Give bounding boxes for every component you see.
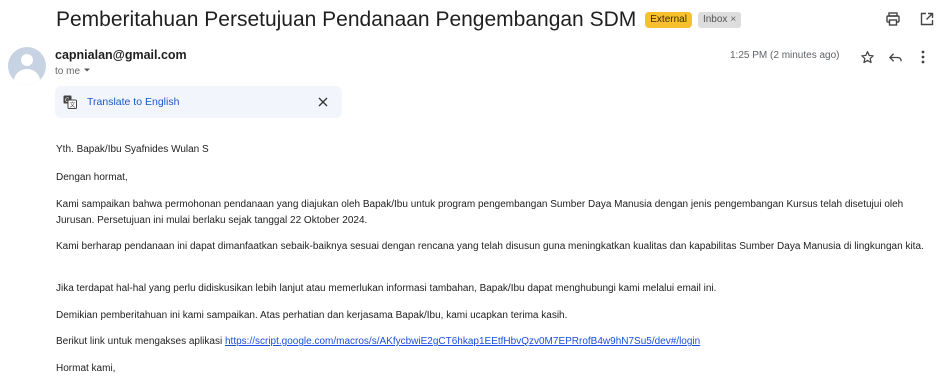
link-prefix-text: Berikut link untuk mengakses aplikasi [56,336,225,347]
avatar-head-shape [21,54,33,66]
open-in-new-window-icon[interactable] [916,8,938,30]
paragraph-link: Berikut link untuk mengakses aplikasi ht… [56,334,926,350]
translate-icon: G文 [63,95,77,109]
paragraph-approval: Kami sampaikan bahwa permohonan pendanaa… [56,199,904,226]
paragraph-contact: Jika terdapat hal-hal yang perlu didisku… [56,283,717,294]
paragraph-thanks: Demikian pemberitahuan ini kami sampaika… [56,310,568,321]
remove-label-icon[interactable]: × [730,14,736,26]
star-icon[interactable] [856,46,878,68]
print-icon[interactable] [882,8,904,30]
translate-banner: G文 Translate to English [55,86,342,118]
more-vert-icon[interactable] [912,46,934,68]
thread-actions [882,8,938,30]
svg-text:文: 文 [70,101,76,109]
subject-row: Pemberitahuan Persetujuan Pendanaan Peng… [56,6,742,34]
translate-to-english-link[interactable]: Translate to English [87,96,179,108]
timestamp: 1:25 PM (2 minutes ago) [730,50,840,61]
recipient-label: to me [55,66,81,77]
inbox-label-text: Inbox [702,14,728,25]
reply-icon[interactable] [884,46,906,68]
avatar-body-shape [14,69,40,85]
salutation-text: Dengan hormat, [56,172,128,183]
message-actions [856,46,934,68]
chevron-down-icon [83,66,91,77]
external-label-badge: External [645,12,692,28]
app-login-link[interactable]: https://script.google.com/macros/s/AKfyc… [225,336,700,347]
paragraph-expectation: Kami berharap pendanaan ini dapat dimanf… [56,241,924,252]
inbox-label-badge[interactable]: Inbox × [697,12,742,28]
close-icon[interactable] [314,93,332,111]
email-subject: Pemberitahuan Persetujuan Pendanaan Peng… [56,8,637,31]
recipient-details-toggle[interactable]: to me [55,66,91,77]
closing-text: Hormat kami, [56,363,116,374]
sender-email[interactable]: capnialan@gmail.com [55,48,187,62]
greeting-text: Yth. Bapak/Ibu Syafnides Wulan S [56,144,209,155]
avatar[interactable] [8,47,46,85]
